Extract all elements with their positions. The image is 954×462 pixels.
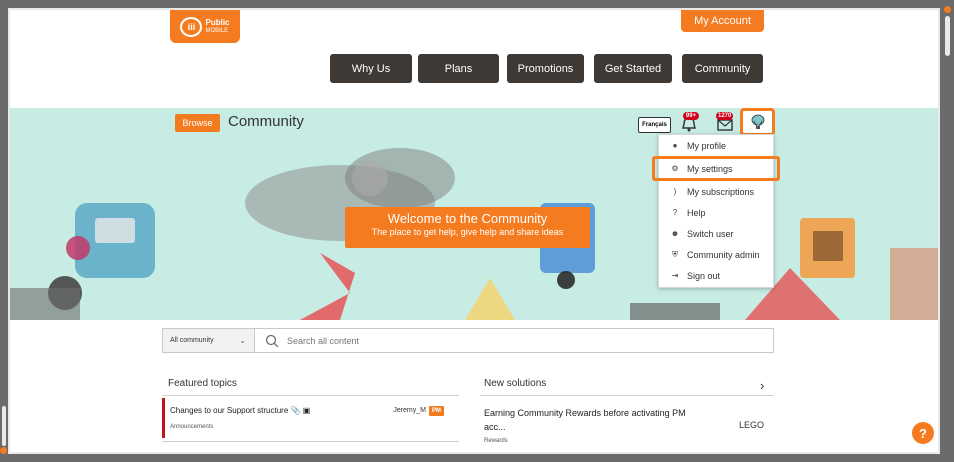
nav-promotions[interactable]: Promotions <box>507 54 584 83</box>
image-icon: ▣ <box>302 406 311 415</box>
site-header: iii Public MOBILE My Account Why Us Plan… <box>10 10 938 110</box>
language-toggle-button[interactable]: Français <box>638 117 671 133</box>
nav-get-started[interactable]: Get Started <box>594 54 672 83</box>
search-bar: All community ⌄ <box>162 328 774 353</box>
logo-text-public: Public <box>205 17 230 27</box>
featured-topics-heading: Featured topics <box>168 378 237 389</box>
menu-item-label: Community admin <box>687 249 760 260</box>
menu-item-community-admin[interactable]: ⛨ Community admin <box>659 244 773 265</box>
topic-author[interactable]: Jeremy_M <box>393 407 426 414</box>
browser-viewport: iii Public MOBILE My Account Why Us Plan… <box>8 8 940 454</box>
gear-icon: ⚙ <box>671 164 679 173</box>
vertical-scrollbar[interactable] <box>945 16 950 56</box>
chevron-down-icon: ⌄ <box>239 336 246 345</box>
sign-out-icon: ⇥ <box>671 271 679 280</box>
right-scroll-track <box>940 0 954 462</box>
solution-title-line-1: Earning Community Rewards before activat… <box>484 408 686 418</box>
question-icon: ? <box>672 208 678 217</box>
nav-community[interactable]: Community <box>682 54 763 83</box>
notifications-button[interactable]: 99+ <box>680 112 699 132</box>
notifications-count-badge: 99+ <box>683 112 699 120</box>
rss-icon: ) <box>673 187 677 196</box>
my-account-button[interactable]: My Account <box>681 10 764 32</box>
window-top-edge <box>0 0 954 5</box>
public-mobile-logo[interactable]: iii Public MOBILE <box>170 10 240 43</box>
featured-row-divider <box>162 441 459 442</box>
menu-item-my-profile[interactable]: ● My profile <box>659 135 773 156</box>
topic-title[interactable]: Changes to our Support structure <box>170 406 288 415</box>
solutions-divider <box>480 395 774 396</box>
breadcrumb-community[interactable]: Community <box>228 113 304 130</box>
logo-people-icon: iii <box>180 16 203 37</box>
menu-item-my-settings[interactable]: ⚙ My settings <box>652 156 780 181</box>
window-resize-handle-top[interactable] <box>944 6 951 13</box>
menu-item-label: My settings <box>687 163 733 174</box>
browse-button[interactable]: Browse <box>175 114 220 132</box>
solution-title-line-2: acc... <box>484 422 506 432</box>
logo-wordmark: Public MOBILE <box>205 17 230 35</box>
logo-text-mobile: MOBILE <box>205 27 229 34</box>
menu-item-label: My profile <box>687 140 727 151</box>
solution-author[interactable]: LEGO <box>739 420 764 430</box>
welcome-title: Welcome to the Community <box>387 211 548 226</box>
shield-icon: ⛨ <box>672 249 678 259</box>
menu-item-label: My subscriptions <box>687 186 755 197</box>
new-solutions-heading: New solutions <box>484 378 547 389</box>
solution-category[interactable]: Rewards <box>484 438 508 444</box>
search-scope-select[interactable]: All community ⌄ <box>163 329 255 352</box>
topic-category[interactable]: Announcements <box>170 424 213 430</box>
solution-title[interactable]: Earning Community Rewards before activat… <box>484 406 714 434</box>
author-rank-badge: PM <box>429 406 444 416</box>
featured-divider <box>162 395 459 396</box>
menu-item-label: Sign out <box>687 270 721 281</box>
menu-item-my-subscriptions[interactable]: ) My subscriptions <box>659 181 773 202</box>
topic-title-wrap: Changes to our Support structure 📎 ▣ <box>170 406 310 415</box>
welcome-banner: Welcome to the Community The place to ge… <box>345 207 590 248</box>
messages-button[interactable]: 1270 <box>716 112 734 132</box>
menu-item-help[interactable]: ? Help <box>659 202 773 223</box>
search-input[interactable] <box>285 330 769 352</box>
menu-item-label: Help <box>687 207 706 218</box>
menu-item-switch-user[interactable]: ☻ Switch user <box>659 223 773 244</box>
solutions-more-chevron[interactable]: › <box>760 378 764 393</box>
menu-item-sign-out[interactable]: ⇥ Sign out <box>659 265 773 286</box>
nav-plans[interactable]: Plans <box>418 54 499 83</box>
left-handle[interactable] <box>2 406 6 446</box>
user-icon: ● <box>672 141 678 150</box>
nav-why-us[interactable]: Why Us <box>330 54 412 83</box>
help-chat-button[interactable]: ? <box>912 422 934 444</box>
window-resize-handle-bottom[interactable] <box>0 447 7 454</box>
attachment-icon: 📎 <box>290 406 301 415</box>
menu-item-label: Switch user <box>687 228 734 239</box>
search-icon[interactable] <box>265 334 279 348</box>
user-avatar-button[interactable] <box>740 108 775 136</box>
switch-user-icon: ☻ <box>670 229 680 238</box>
user-dropdown-menu: ● My profile ⚙ My settings ) My subscrip… <box>652 134 780 288</box>
avatar-balloon-icon <box>751 114 764 129</box>
featured-topic-row[interactable]: Changes to our Support structure 📎 ▣ Ann… <box>162 398 459 438</box>
messages-count-badge: 1270 <box>716 112 734 120</box>
search-scope-value: All community <box>170 337 214 344</box>
welcome-subtitle: The place to get help, give help and sha… <box>371 227 564 237</box>
